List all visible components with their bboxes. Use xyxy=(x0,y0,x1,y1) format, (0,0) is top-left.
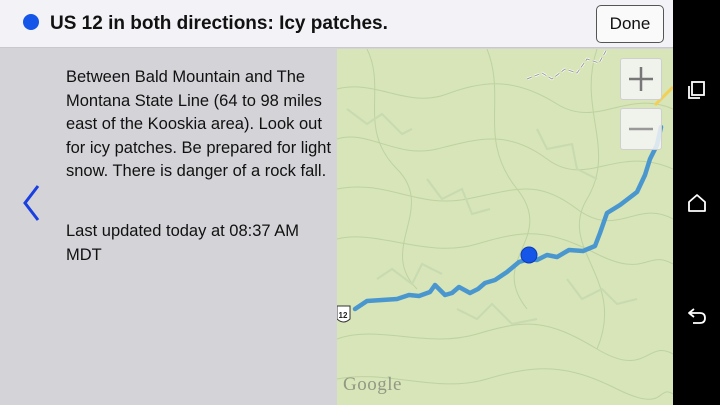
route-line xyxy=(352,124,664,312)
chevron-left-icon[interactable] xyxy=(16,182,46,224)
done-button[interactable]: Done xyxy=(596,5,664,43)
recents-icon[interactable] xyxy=(673,70,720,110)
map-view[interactable]: 12 Google xyxy=(337,49,673,405)
page-title: US 12 in both directions: Icy patches. xyxy=(50,13,388,34)
plus-icon xyxy=(629,67,653,91)
zoom-in-button[interactable] xyxy=(620,58,662,100)
system-nav-bar xyxy=(673,0,720,405)
minus-icon xyxy=(629,127,653,131)
incident-marker[interactable] xyxy=(520,246,538,264)
app-window: US 12 in both directions: Icy patches. D… xyxy=(0,0,673,405)
svg-text:12: 12 xyxy=(339,311,348,320)
zoom-out-button[interactable] xyxy=(620,108,662,150)
status-dot xyxy=(23,14,39,30)
alert-description: Between Bald Mountain and The Montana St… xyxy=(66,68,332,180)
map-terrain: 12 xyxy=(337,49,673,400)
header-bar: US 12 in both directions: Icy patches. D… xyxy=(0,0,673,48)
route-shield-icon: 12 xyxy=(337,305,351,323)
home-icon[interactable] xyxy=(673,183,720,223)
map-attribution: Google xyxy=(343,374,402,395)
last-updated-text: Last updated today at 08:37 AM MDT xyxy=(66,222,300,264)
back-icon[interactable] xyxy=(673,296,720,336)
